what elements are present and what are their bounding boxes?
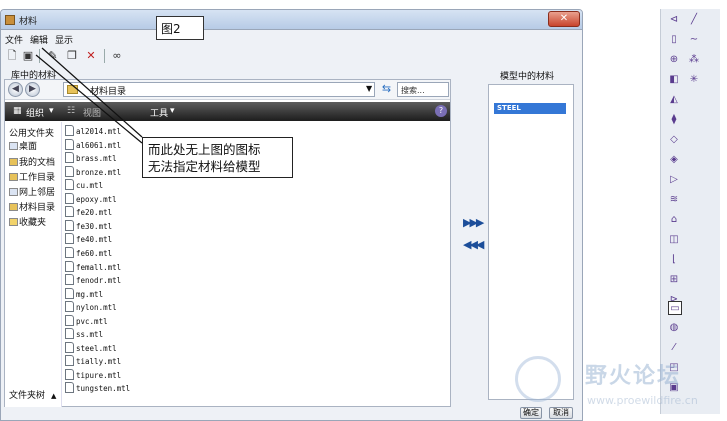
datum-plane-icon[interactable]: ▯ xyxy=(667,33,681,47)
sweep-icon[interactable]: ⧫ xyxy=(667,113,681,127)
revolve-icon[interactable]: ◭ xyxy=(667,93,681,107)
spring-icon[interactable]: ≋ xyxy=(667,193,681,207)
leader-line-2 xyxy=(41,47,143,138)
watermark-text: 野火论坛 xyxy=(585,364,682,389)
annotation-callout: 而此处无上图的图标 无法指定材料给模型 xyxy=(142,137,293,178)
rib-icon[interactable]: ▷ xyxy=(667,173,681,187)
feature-toolbar: ⊲ ╱ ▯ ∼ ⊕ ⁂ ◧ ✳ ◭ ⧫ ◇ ◈ ▷ ≋ ⌂ ◫ ⌊ ⊞ ⊳ ▭ … xyxy=(660,9,720,414)
measure-icon[interactable]: ⁄ xyxy=(667,341,681,355)
round-icon[interactable]: ⌊ xyxy=(667,253,681,267)
blend-icon[interactable]: ◇ xyxy=(667,133,681,147)
line-icon[interactable]: ╱ xyxy=(687,13,701,27)
chamfer-icon[interactable]: ◫ xyxy=(667,233,681,247)
curve-icon[interactable]: ∼ xyxy=(687,33,701,47)
watermark: 野火论坛 www.proewildfire.cn xyxy=(515,356,727,416)
extrude-icon[interactable]: ◧ xyxy=(667,73,681,87)
pattern-icon[interactable]: ⊞ xyxy=(667,273,681,287)
hole-icon[interactable]: ⌂ xyxy=(667,213,681,227)
callout-line-2: 无法指定材料给模型 xyxy=(148,159,261,174)
leader-line-1 xyxy=(35,54,143,144)
callout-line-1: 而此处无上图的图标 xyxy=(148,142,261,157)
sketch-datum-icon[interactable]: ⊲ xyxy=(667,13,681,27)
watermark-url: www.proewildfire.cn xyxy=(587,394,698,407)
csys-icon[interactable]: ✳ xyxy=(687,73,701,87)
watermark-logo xyxy=(515,356,561,402)
datum-point-icon[interactable]: ⁂ xyxy=(687,53,701,67)
screenshot: 材料 ✕ 文件 编辑 显示 🗋 ▣ ✎ ❐ ✕ ∞ 库中的材料 模型中的材料 ◀… xyxy=(0,0,727,421)
shell-icon[interactable]: ◈ xyxy=(667,153,681,167)
draft-icon[interactable]: ◍ xyxy=(667,321,681,335)
material-assign-icon[interactable]: ▭ xyxy=(668,301,682,315)
datum-axis-icon[interactable]: ⊕ xyxy=(667,53,681,67)
